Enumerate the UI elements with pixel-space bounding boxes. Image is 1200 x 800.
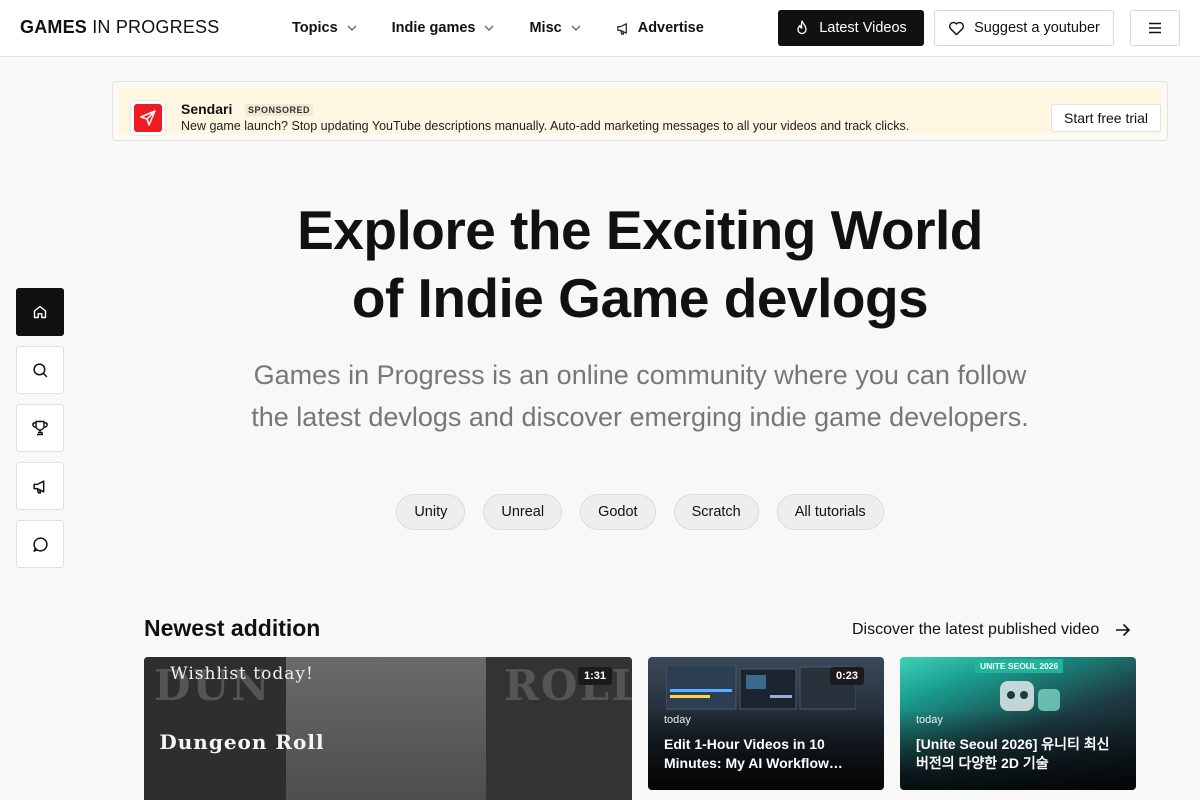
- video-title: [Unite Seoul 2026] 유니티 최신 버전의 다양한 2D 기술: [916, 736, 1110, 771]
- video-title: Edit 1-Hour Videos in 10 Minutes: My AI …: [664, 736, 843, 771]
- sponsor-name[interactable]: Sendari: [181, 101, 232, 117]
- hero-subtitle-line1: Games in Progress is an online community…: [253, 360, 1027, 390]
- sponsor-panel: Sendari SPONSORED New game launch? Stop …: [119, 88, 1161, 136]
- sponsor-logo[interactable]: [130, 100, 166, 136]
- nav-misc[interactable]: Misc: [529, 20, 581, 36]
- paper-plane-icon: [140, 110, 156, 126]
- thumbnail-monitors: [666, 665, 856, 710]
- video-duration: 0:23: [830, 667, 865, 685]
- home-icon: [33, 305, 47, 319]
- nav-advertise[interactable]: Advertise: [616, 20, 704, 36]
- nav-advertise-label: Advertise: [637, 20, 704, 36]
- side-trophy-button[interactable]: [16, 404, 64, 452]
- chip-godot[interactable]: Godot: [580, 494, 656, 530]
- flame-icon: [797, 20, 807, 35]
- megaphone-icon: [616, 22, 627, 35]
- sponsored-badge: SPONSORED: [245, 104, 314, 116]
- hero-title: Explore the Exciting World of Indie Game…: [240, 196, 1040, 332]
- tutorial-chips: Unity Unreal Godot Scratch All tutorials: [0, 494, 1200, 530]
- nav-topics-label: Topics: [292, 20, 338, 36]
- hamburger-icon: [1149, 22, 1161, 34]
- thumbnail-game-title: Dungeon Roll: [159, 730, 325, 754]
- start-free-trial-button[interactable]: Start free trial: [1051, 104, 1161, 132]
- thumbnail-wishlist-text: Wishlist today!: [170, 664, 314, 684]
- megaphone-icon: [32, 479, 44, 494]
- nav-misc-label: Misc: [529, 20, 562, 36]
- latest-videos-button[interactable]: Latest Videos: [778, 10, 924, 46]
- latest-videos-label: Latest Videos: [819, 20, 907, 36]
- trophy-icon: [32, 420, 48, 436]
- video-card[interactable]: 0:23 today Edit 1-Hour Videos in 10 Minu…: [648, 657, 884, 790]
- sponsor-banner: Sendari SPONSORED New game launch? Stop …: [112, 81, 1168, 141]
- heart-icon: [949, 21, 965, 35]
- sponsor-description: New game launch? Stop updating YouTube d…: [181, 119, 910, 133]
- nav-indie-games-label: Indie games: [391, 20, 476, 36]
- video-duration: 1:31: [578, 667, 613, 685]
- side-search-button[interactable]: [16, 346, 64, 394]
- chevron-down-icon: [347, 25, 357, 31]
- chevron-down-icon: [571, 25, 581, 31]
- video-date: today: [916, 714, 943, 726]
- thumbnail-bg-text-right: ROLL: [504, 661, 632, 710]
- nav-topics[interactable]: Topics: [292, 20, 358, 36]
- discover-latest-link[interactable]: Discover the latest published video: [852, 621, 1131, 639]
- side-nav: [16, 288, 64, 578]
- chat-icon: [32, 536, 48, 552]
- section-title: Newest addition: [144, 615, 321, 641]
- chip-all-tutorials[interactable]: All tutorials: [776, 494, 884, 530]
- top-header: GAMES IN PROGRESS Topics Indie games Mis…: [0, 0, 1200, 57]
- chip-scratch[interactable]: Scratch: [673, 494, 759, 530]
- nav-indie-games[interactable]: Indie games: [392, 20, 496, 36]
- side-home-button[interactable]: [16, 288, 64, 336]
- arrow-right-icon: [1116, 623, 1131, 637]
- brand-logo[interactable]: GAMES IN PROGRESS: [20, 17, 219, 38]
- chip-unreal[interactable]: Unreal: [483, 494, 563, 530]
- hero-title-line1: Explore the Exciting World: [297, 199, 983, 261]
- video-card[interactable]: UNITE SEOUL 2026 today [Unite Seoul 2026…: [900, 657, 1136, 790]
- brand-rest: IN PROGRESS: [87, 17, 220, 37]
- discover-latest-label: Discover the latest published video: [852, 621, 1100, 638]
- chevron-down-icon: [484, 25, 494, 31]
- chip-unity[interactable]: Unity: [396, 494, 466, 530]
- menu-button[interactable]: [1130, 10, 1180, 46]
- brand-bold: GAMES: [20, 17, 88, 37]
- hero-subtitle-line2: the latest devlogs and discover emerging…: [251, 402, 1029, 432]
- search-icon: [32, 362, 47, 377]
- hero-subtitle: Games in Progress is an online community…: [200, 354, 1080, 438]
- video-date: today: [664, 714, 691, 726]
- sponsor-logo-mark: [134, 104, 162, 132]
- suggest-youtuber-button[interactable]: Suggest a youtuber: [934, 10, 1114, 46]
- hero-title-line2: of Indie Game devlogs: [351, 267, 929, 329]
- main-nav: Topics Indie games Misc Advertise: [292, 0, 738, 56]
- event-tag: UNITE SEOUL 2026: [975, 659, 1064, 673]
- suggest-youtuber-label: Suggest a youtuber: [974, 20, 1100, 36]
